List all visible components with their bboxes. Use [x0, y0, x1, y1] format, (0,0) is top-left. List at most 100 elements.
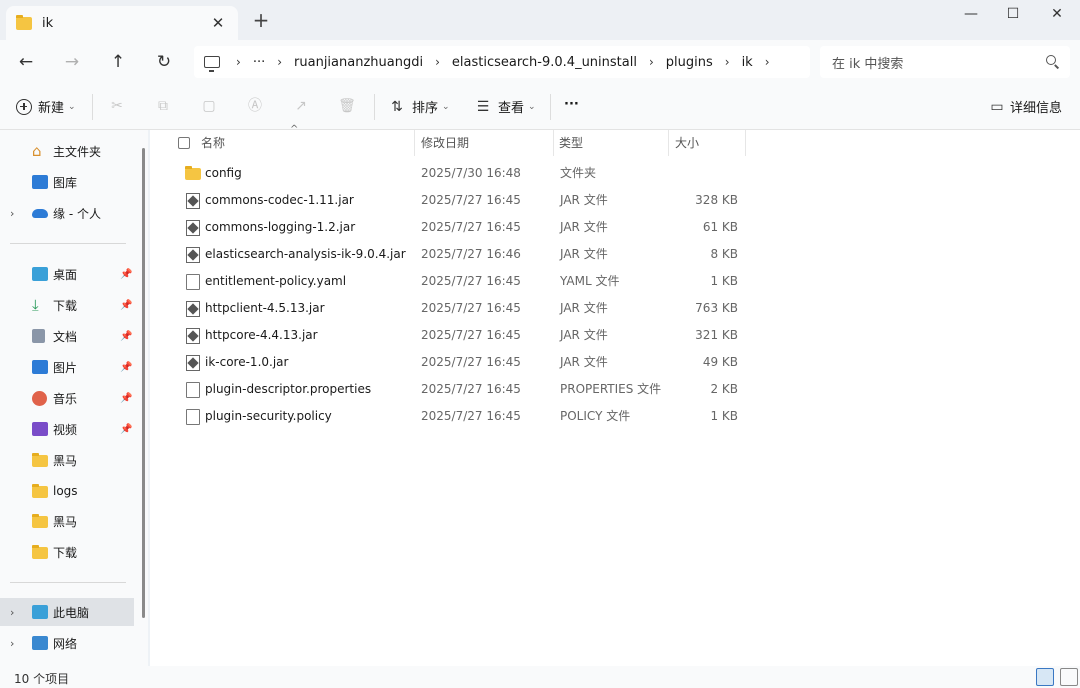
file-type: JAR 文件: [560, 193, 608, 207]
view-label: 查看: [498, 101, 525, 116]
paste-button[interactable]: ▢: [200, 97, 218, 115]
rename-button[interactable]: Ⓐ: [246, 97, 264, 115]
network-icon: [32, 636, 48, 650]
chevron-down-icon: ⌄: [68, 101, 76, 112]
breadcrumb-item[interactable]: elasticsearch-9.0.4_uninstall: [452, 55, 637, 70]
file-size: 1 KB: [710, 274, 738, 288]
minimize-button[interactable]: —: [956, 4, 986, 24]
details-view-button[interactable]: [1036, 668, 1054, 686]
chevron-right-icon[interactable]: ›: [10, 207, 14, 220]
document-file-icon: [186, 409, 200, 425]
new-tab-button[interactable]: +: [252, 10, 270, 30]
sidebar-item-music[interactable]: 音乐 📌: [0, 384, 134, 412]
breadcrumb-item[interactable]: ruanjiananzhuangdi: [294, 55, 423, 70]
search-input[interactable]: 在 ik 中搜索: [832, 53, 903, 72]
folder-icon: [185, 166, 201, 180]
paste-icon: ▢: [202, 98, 216, 114]
sort-label: 排序: [412, 101, 439, 116]
copy-button[interactable]: ⧉: [154, 97, 172, 115]
sidebar-item-folder[interactable]: 黑马: [0, 507, 134, 535]
breadcrumb-item[interactable]: plugins: [666, 55, 713, 70]
file-type: JAR 文件: [560, 301, 608, 315]
breadcrumb-ellipsis[interactable]: ···: [253, 55, 265, 70]
file-name: plugin-descriptor.properties: [205, 382, 372, 396]
jar-file-icon: [186, 193, 200, 209]
up-button[interactable]: ↑: [106, 51, 130, 73]
column-divider[interactable]: [668, 130, 669, 156]
refresh-button[interactable]: ↻: [152, 51, 176, 73]
table-row[interactable]: ik-core-1.0.jar 2025/7/27 16:45 JAR 文件 4…: [150, 349, 750, 376]
sidebar-item-downloads[interactable]: ⤓ 下载 📌: [0, 291, 134, 319]
sidebar-item-gallery[interactable]: 图库: [0, 168, 134, 196]
pin-icon: 📌: [120, 330, 133, 342]
share-button[interactable]: ↗: [292, 97, 310, 115]
sidebar-item-pictures[interactable]: 图片 📌: [0, 353, 134, 381]
sidebar-item-this-pc[interactable]: › 此电脑: [0, 598, 134, 626]
large-icons-view-button[interactable]: [1060, 668, 1078, 686]
tab-ik[interactable]: ik ✕: [6, 6, 238, 40]
table-row[interactable]: commons-codec-1.11.jar 2025/7/27 16:45 J…: [150, 187, 750, 214]
sidebar-scrollbar[interactable]: [142, 148, 145, 618]
sort-button[interactable]: ⇅ 排序 ⌄: [388, 97, 449, 117]
sidebar-item-folder[interactable]: 黑马: [0, 446, 134, 474]
pin-icon: 📌: [120, 268, 133, 280]
new-button[interactable]: 新建 ⌄: [16, 97, 76, 116]
chevron-right-icon[interactable]: ›: [10, 637, 14, 650]
view-button[interactable]: ☰ 查看 ⌄: [474, 97, 536, 117]
sidebar-item-documents[interactable]: 文档 📌: [0, 322, 134, 350]
table-row[interactable]: entitlement-policy.yaml 2025/7/27 16:45 …: [150, 268, 750, 295]
column-divider[interactable]: [414, 130, 415, 156]
table-row[interactable]: httpclient-4.5.13.jar 2025/7/27 16:45 JA…: [150, 295, 750, 322]
table-row[interactable]: httpcore-4.4.13.jar 2025/7/27 16:45 JAR …: [150, 322, 750, 349]
document-icon: [32, 329, 45, 343]
close-window-button[interactable]: ✕: [1042, 4, 1072, 24]
chevron-down-icon: ⌄: [528, 101, 536, 112]
sidebar-item-videos[interactable]: 视频 📌: [0, 415, 134, 443]
folder-icon: [32, 514, 48, 528]
maximize-button[interactable]: ☐: [998, 4, 1028, 24]
column-header-modified[interactable]: 修改日期: [421, 130, 469, 156]
close-tab-icon[interactable]: ✕: [210, 14, 226, 32]
cut-button[interactable]: ✂: [108, 97, 126, 115]
table-row[interactable]: plugin-descriptor.properties 2025/7/27 1…: [150, 376, 750, 403]
column-header-size[interactable]: 大小: [675, 130, 699, 156]
file-name: plugin-security.policy: [205, 409, 332, 423]
chevron-right-icon[interactable]: ›: [765, 55, 770, 69]
file-type: YAML 文件: [560, 274, 620, 288]
back-button[interactable]: ←: [14, 51, 38, 73]
file-name: elasticsearch-analysis-ik-9.0.4.jar: [205, 247, 406, 261]
file-size: 328 KB: [695, 193, 738, 207]
details-pane-button[interactable]: ▭ 详细信息: [988, 97, 1063, 117]
sidebar-item-desktop[interactable]: 桌面 📌: [0, 260, 134, 288]
more-options-button[interactable]: ···: [564, 97, 579, 112]
pictures-icon: [32, 360, 48, 374]
sidebar-item-network[interactable]: › 网络: [0, 629, 134, 657]
table-row[interactable]: config 2025/7/30 16:48 文件夹: [150, 160, 750, 187]
table-row[interactable]: plugin-security.policy 2025/7/27 16:45 P…: [150, 403, 750, 430]
table-row[interactable]: elasticsearch-analysis-ik-9.0.4.jar 2025…: [150, 241, 750, 268]
breadcrumb-item[interactable]: ik: [742, 55, 753, 70]
table-row[interactable]: commons-logging-1.2.jar 2025/7/27 16:45 …: [150, 214, 750, 241]
column-divider[interactable]: [553, 130, 554, 156]
sidebar-item-folder[interactable]: logs: [0, 477, 134, 505]
sidebar-item-home[interactable]: ⌂ 主文件夹: [0, 137, 134, 165]
file-modified: 2025/7/30 16:48: [421, 166, 521, 180]
chevron-right-icon[interactable]: ›: [10, 606, 14, 619]
tab-label: ik: [42, 15, 54, 31]
search-icon[interactable]: [1046, 55, 1056, 65]
sidebar-item-onedrive[interactable]: › 缘 - 个人: [0, 199, 134, 227]
forward-button[interactable]: →: [60, 51, 84, 73]
delete-button[interactable]: 🗑: [338, 97, 356, 115]
address-bar[interactable]: › ··· › ruanjiananzhuangdi › elasticsear…: [194, 46, 810, 78]
file-name: httpclient-4.5.13.jar: [205, 301, 325, 315]
details-label: 详细信息: [1010, 101, 1063, 116]
jar-file-icon: [186, 355, 200, 371]
sidebar-item-folder[interactable]: 下载: [0, 538, 134, 566]
file-size: 49 KB: [702, 355, 738, 369]
column-divider[interactable]: [745, 130, 746, 156]
select-all-checkbox[interactable]: [178, 137, 190, 149]
column-header-type[interactable]: 类型: [559, 130, 583, 156]
sidebar-divider: [10, 243, 126, 244]
search-box[interactable]: 在 ik 中搜索: [820, 46, 1070, 78]
column-header-name[interactable]: 名称: [201, 130, 225, 156]
